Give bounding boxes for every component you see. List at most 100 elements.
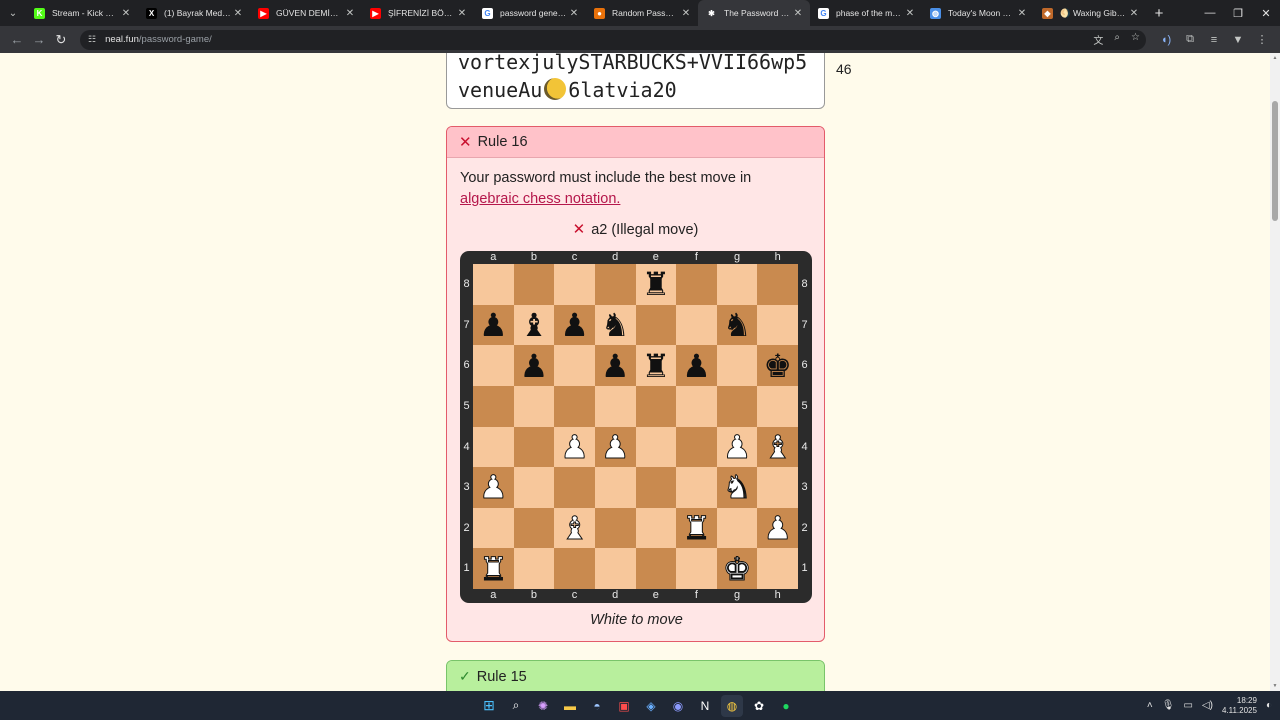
square-e2[interactable] — [635, 507, 677, 549]
square-c2[interactable]: ♝ — [554, 507, 595, 549]
volume-icon[interactable]: ◁) — [1202, 700, 1213, 711]
browser-tab[interactable]: ▶ GÜVEN DEMİR EV Z✕ — [250, 0, 362, 26]
scroll-up-arrow-icon[interactable]: ▲ — [1272, 55, 1278, 61]
square-b3[interactable] — [513, 467, 555, 508]
square-f1[interactable] — [676, 548, 717, 589]
browser-tab[interactable]: ◍ Today's Moon Phase✕ — [922, 0, 1034, 26]
square-c4[interactable]: ♟ — [554, 426, 595, 468]
tab-close-icon[interactable]: ✕ — [904, 8, 916, 19]
translate-icon[interactable]: 文 — [1093, 32, 1103, 47]
address-bar[interactable]: ☷ neal.fun/password-game/ 文 ⌕ ☆ — [80, 29, 1146, 50]
square-d7[interactable]: ♞ — [594, 304, 636, 346]
square-d3[interactable] — [594, 467, 636, 508]
microphone-icon[interactable]: 🎙︎ — [1162, 700, 1175, 711]
square-b8[interactable] — [513, 264, 555, 305]
square-e8[interactable]: ♜ — [635, 264, 677, 305]
square-g6[interactable] — [716, 345, 758, 386]
close-window-button[interactable]: ✕ — [1252, 7, 1280, 20]
tab-close-icon[interactable]: ✕ — [792, 8, 804, 19]
tab-close-icon[interactable]: ✕ — [568, 8, 580, 19]
zoom-icon[interactable]: ⌕ — [1114, 32, 1120, 47]
square-f4[interactable] — [676, 426, 717, 468]
scrollbar-thumb[interactable] — [1272, 101, 1278, 221]
square-c3[interactable] — [554, 467, 595, 508]
square-c5[interactable] — [554, 385, 595, 427]
square-d5[interactable] — [594, 385, 636, 427]
browser-tab[interactable]: ✱ The Password Game✕ — [698, 0, 810, 26]
browser-menu-icon[interactable]: ⋮ — [1250, 33, 1274, 46]
square-e1[interactable] — [635, 548, 677, 589]
algebraic-notation-link[interactable]: algebraic chess notation. — [460, 191, 620, 207]
discord-icon[interactable]: ◉ — [667, 695, 689, 717]
browser-tab[interactable]: Gpassword generator ✕ — [474, 0, 586, 26]
display-icon[interactable]: ▭ — [1183, 700, 1192, 711]
settings-gear-icon[interactable]: ✺ — [532, 695, 554, 717]
tray-chevron-icon[interactable]: ˄ — [1147, 700, 1153, 711]
square-b5[interactable] — [513, 385, 555, 427]
tab-close-icon[interactable]: ✕ — [1016, 8, 1028, 19]
tab-close-icon[interactable]: ✕ — [680, 8, 692, 19]
new-tab-button[interactable]: + — [1146, 5, 1172, 22]
square-f5[interactable] — [676, 385, 717, 427]
video-app-icon[interactable]: ▣ — [613, 695, 635, 717]
square-g7[interactable]: ♞ — [716, 304, 758, 346]
square-d2[interactable] — [594, 507, 636, 549]
square-e5[interactable] — [635, 385, 677, 427]
steam-icon[interactable]: ◓ — [586, 695, 608, 717]
browser-tab[interactable]: ● Random Password G✕ — [586, 0, 698, 26]
spotify-icon[interactable]: ● — [775, 695, 797, 717]
square-c8[interactable] — [554, 264, 595, 305]
tab-close-icon[interactable]: ✕ — [120, 8, 132, 19]
square-f6[interactable]: ♟ — [676, 345, 717, 386]
vpn-app-icon[interactable]: ◈ — [640, 695, 662, 717]
square-h5[interactable] — [757, 385, 798, 427]
square-a4[interactable] — [473, 426, 514, 468]
square-a3[interactable]: ♟ — [473, 467, 514, 508]
square-c6[interactable] — [554, 345, 595, 386]
square-e3[interactable] — [635, 467, 677, 508]
bookmark-star-icon[interactable]: ☆ — [1131, 32, 1140, 47]
password-input[interactable]: vortexjulySTARBUCKS+VVII66wp5 venueAu 6la… — [446, 53, 825, 109]
restore-button[interactable]: ❐ — [1224, 7, 1252, 20]
square-d4[interactable]: ♟ — [594, 426, 636, 468]
taskbar-clock[interactable]: 18:29 4.11.2025 — [1222, 696, 1257, 716]
square-a2[interactable] — [473, 507, 514, 549]
square-h1[interactable] — [757, 548, 798, 589]
chatgpt-icon[interactable]: ✿ — [748, 695, 770, 717]
profile-icon[interactable]: ▼ — [1226, 34, 1250, 46]
square-b6[interactable]: ♟ — [513, 345, 555, 386]
browser-tab[interactable]: X (1) Bayrak Medya on✕ — [138, 0, 250, 26]
square-f2[interactable]: ♜ — [676, 507, 717, 549]
square-b7[interactable]: ♝ — [513, 304, 555, 346]
scroll-down-arrow-icon[interactable]: ▼ — [1272, 683, 1278, 689]
notion-icon[interactable]: N — [694, 695, 716, 717]
square-h4[interactable]: ♝ — [757, 426, 798, 468]
square-h3[interactable] — [757, 467, 798, 508]
browser-tab[interactable]: ▶ ŞİFRENİZİ BÖYLE ÇA✕ — [362, 0, 474, 26]
search-icon[interactable]: ⌕ — [505, 695, 527, 717]
square-h2[interactable]: ♟ — [757, 507, 798, 549]
browser-tab[interactable]: ◆ 🌖 Waxing Gibbous ✕ — [1034, 0, 1146, 26]
site-info-icon[interactable]: ☷ — [88, 34, 96, 45]
square-e6[interactable]: ♜ — [635, 345, 677, 386]
square-d6[interactable]: ♟ — [594, 345, 636, 386]
reload-button[interactable]: ↻ — [50, 29, 72, 51]
read-aloud-icon[interactable]: ◖) — [1154, 34, 1178, 46]
square-g8[interactable] — [716, 264, 758, 305]
square-h6[interactable]: ♚ — [757, 345, 798, 386]
file-explorer-icon[interactable]: ▬ — [559, 695, 581, 717]
browser-tab[interactable]: K Stream - Kick Dashb✕ — [26, 0, 138, 26]
forward-button[interactable]: → — [28, 29, 50, 51]
tab-close-icon[interactable]: ✕ — [232, 8, 244, 19]
tab-close-icon[interactable]: ✕ — [344, 8, 356, 19]
square-g2[interactable] — [716, 507, 758, 549]
tab-close-icon[interactable]: ✕ — [1128, 8, 1140, 19]
tab-close-icon[interactable]: ✕ — [456, 8, 468, 19]
square-g5[interactable] — [716, 385, 758, 427]
media-controls-icon[interactable]: ≡ — [1202, 34, 1226, 46]
square-e4[interactable] — [635, 426, 677, 468]
page-scrollbar[interactable]: ▲ ▼ — [1270, 53, 1280, 691]
notification-bell-icon[interactable]: ◐ — [1266, 700, 1272, 711]
square-g4[interactable]: ♟ — [716, 426, 758, 468]
square-c7[interactable]: ♟ — [554, 304, 595, 346]
